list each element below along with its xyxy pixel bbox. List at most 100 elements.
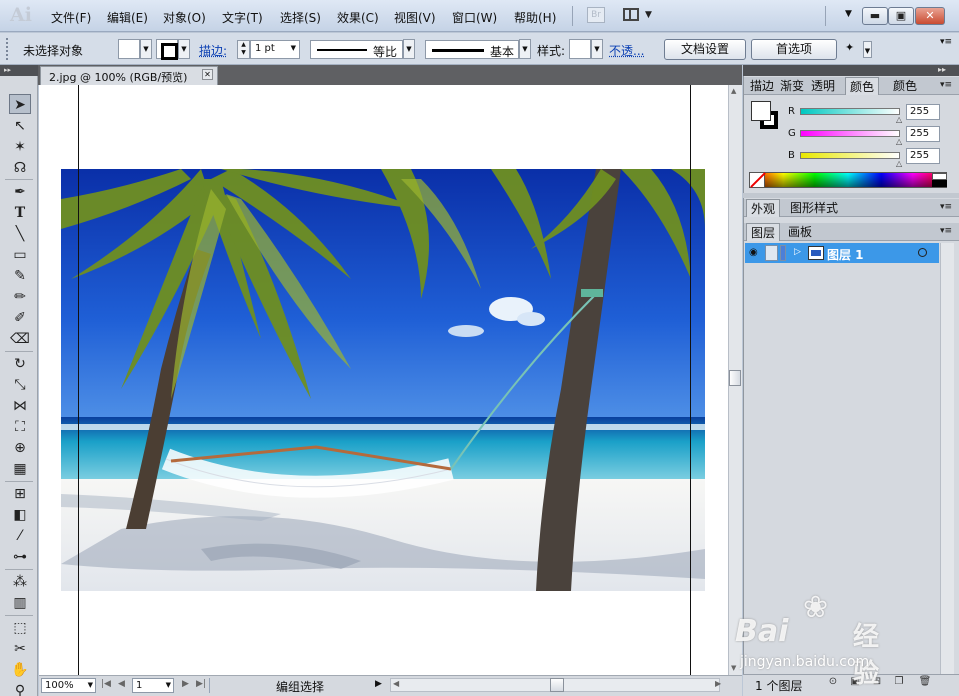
rectangle-tool-icon[interactable]: ▭ [9, 245, 31, 265]
channel-b-field[interactable]: 255 [906, 148, 940, 164]
maximize-button[interactable]: ▣ [888, 7, 914, 25]
next-artboard-icon[interactable]: ▶ [182, 679, 189, 689]
menu-help[interactable]: 帮助(H) [514, 9, 556, 26]
layers-scrollbar[interactable] [940, 243, 954, 674]
select-similar-dropdown[interactable]: ▼ [863, 41, 872, 58]
channel-g-knob[interactable]: △ [896, 137, 902, 146]
menu-edit[interactable]: 编辑(E) [107, 9, 148, 26]
profile-dropdown[interactable]: ▼ [403, 39, 415, 59]
stroke-label-link[interactable]: 描边: [199, 42, 227, 59]
prev-artboard-icon[interactable]: ◀ [118, 679, 125, 689]
color-panel-menu-icon[interactable]: ▾≡ [940, 80, 952, 90]
variable-width-profile[interactable]: 等比 [310, 40, 403, 59]
document-tab[interactable]: 2.jpg @ 100% (RGB/预览) [40, 66, 218, 85]
lasso-tool-icon[interactable]: ☊ [9, 158, 31, 178]
symbol-sprayer-tool-icon[interactable]: ⁂ [9, 572, 31, 592]
style-dropdown[interactable]: ▼ [591, 39, 603, 59]
document-setup-button[interactable]: 文档设置 [664, 39, 746, 60]
type-tool-icon[interactable]: T [9, 203, 31, 223]
artboard-tool-icon[interactable]: ⬚ [9, 618, 31, 638]
free-transform-tool-icon[interactable]: ⛶ [9, 417, 31, 437]
blob-brush-tool-icon[interactable]: ✐ [9, 308, 31, 328]
bridge-button[interactable]: Br [587, 7, 605, 23]
zoom-field[interactable]: 100% ▼ [41, 678, 96, 693]
panel-dock-header[interactable] [743, 65, 959, 76]
vertical-scroll-thumb[interactable] [729, 370, 741, 386]
channel-b-knob[interactable]: △ [896, 159, 902, 168]
mesh-tool-icon[interactable]: ⊞ [9, 484, 31, 504]
fill-color-swatch[interactable] [751, 101, 771, 121]
line-tool-icon[interactable]: ╲ [9, 224, 31, 244]
tab-gradient[interactable]: 渐变 [776, 77, 808, 95]
layer-name[interactable]: 图层 1 [827, 246, 864, 263]
paintbrush-tool-icon[interactable]: ✎ [9, 266, 31, 286]
menu-select[interactable]: 选择(S) [280, 9, 321, 26]
tab-color[interactable]: 颜色 [845, 77, 880, 95]
gradient-tool-icon[interactable]: ◧ [9, 505, 31, 525]
workspace-dropdown-icon[interactable]: ▼ [845, 9, 852, 19]
width-tool-icon[interactable]: ⋈ [9, 396, 31, 416]
new-layer-icon[interactable]: ❐ [892, 676, 906, 690]
control-panel-menu-icon[interactable]: ▾≡ [940, 37, 952, 47]
menu-view[interactable]: 视图(V) [394, 9, 436, 26]
appearance-panel-menu-icon[interactable]: ▾≡ [940, 202, 952, 212]
select-similar-icon[interactable]: ✦ [845, 41, 863, 58]
shape-builder-tool-icon[interactable]: ⊕ [9, 438, 31, 458]
scroll-down-icon[interactable]: ▼ [731, 664, 736, 672]
brush-definition[interactable]: 基本 [425, 40, 519, 59]
black-white-swatch[interactable] [932, 173, 947, 187]
fill-swatch[interactable] [118, 39, 140, 59]
minimize-button[interactable]: ▬ [862, 7, 888, 25]
channel-g-slider[interactable] [800, 130, 900, 137]
tab-transparency[interactable]: 透明度 [807, 77, 845, 95]
stroke-dropdown[interactable]: ▼ [178, 39, 190, 59]
horizontal-scroll-thumb[interactable] [550, 678, 564, 692]
eyedropper-tool-icon[interactable]: ⁄ [9, 526, 31, 546]
channel-r-field[interactable]: 255 [906, 104, 940, 120]
stroke-swatch[interactable] [156, 39, 178, 60]
scroll-right-icon[interactable]: ▶ [715, 679, 721, 688]
zoom-tool-icon[interactable]: ⚲ [9, 681, 31, 696]
visibility-eye-icon[interactable]: ◉ [749, 247, 758, 258]
delete-layer-icon[interactable]: 🗑 [918, 676, 932, 690]
scale-tool-icon[interactable]: ⤡ [9, 375, 31, 395]
stroke-weight-field[interactable]: 1 pt ▼ [250, 40, 300, 59]
slice-tool-icon[interactable]: ✂ [9, 639, 31, 659]
status-menu-arrow-icon[interactable]: ▶ [375, 679, 382, 689]
pen-tool-icon[interactable]: ✒ [9, 182, 31, 202]
none-color-swatch[interactable] [749, 172, 765, 188]
expand-layer-icon[interactable]: ▷ [794, 247, 801, 257]
tab-artboards[interactable]: 画板 [784, 223, 816, 241]
opacity-link[interactable]: 不透... [609, 42, 644, 59]
channel-r-knob[interactable]: △ [896, 115, 902, 124]
tab-appearance[interactable]: 外观 [746, 199, 781, 217]
tab-graphic-styles[interactable]: 图形样式 [786, 199, 842, 217]
blend-tool-icon[interactable]: ⊶ [9, 547, 31, 567]
eraser-tool-icon[interactable]: ⌫ [9, 329, 31, 349]
fill-dropdown[interactable]: ▼ [140, 39, 152, 59]
channel-r-slider[interactable] [800, 108, 900, 115]
stroke-weight-stepper[interactable]: ▲ ▼ [237, 40, 250, 59]
grip-handle[interactable] [6, 38, 10, 60]
color-spectrum[interactable] [749, 172, 947, 188]
placed-image-beach-hammock[interactable] [61, 169, 705, 591]
column-graph-tool-icon[interactable]: ▥ [9, 593, 31, 613]
artboard-number-field[interactable]: 1 ▼ [132, 678, 174, 693]
last-artboard-icon[interactable]: ▶| [196, 679, 206, 689]
channel-b-slider[interactable] [800, 152, 900, 159]
tab-stroke[interactable]: 描边 [746, 77, 778, 95]
menu-effect[interactable]: 效果(C) [337, 9, 379, 26]
tab-layers[interactable]: 图层 [746, 223, 781, 241]
rotate-tool-icon[interactable]: ↻ [9, 354, 31, 374]
direct-selection-tool-icon[interactable]: ↖ [9, 116, 31, 136]
menu-object[interactable]: 对象(O) [163, 9, 206, 26]
target-circle-icon[interactable] [918, 248, 927, 257]
preferences-button[interactable]: 首选项 [751, 39, 837, 60]
toolbox-header[interactable]: ▸▸ [0, 65, 38, 76]
arrange-documents-button[interactable]: ▼ [623, 7, 655, 23]
channel-g-field[interactable]: 255 [906, 126, 940, 142]
collapse-panels-icon[interactable]: ▸▸ [938, 65, 946, 74]
perspective-grid-tool-icon[interactable]: ▦ [9, 459, 31, 479]
graphic-style-swatch[interactable] [569, 39, 591, 59]
menu-type[interactable]: 文字(T) [222, 9, 263, 26]
